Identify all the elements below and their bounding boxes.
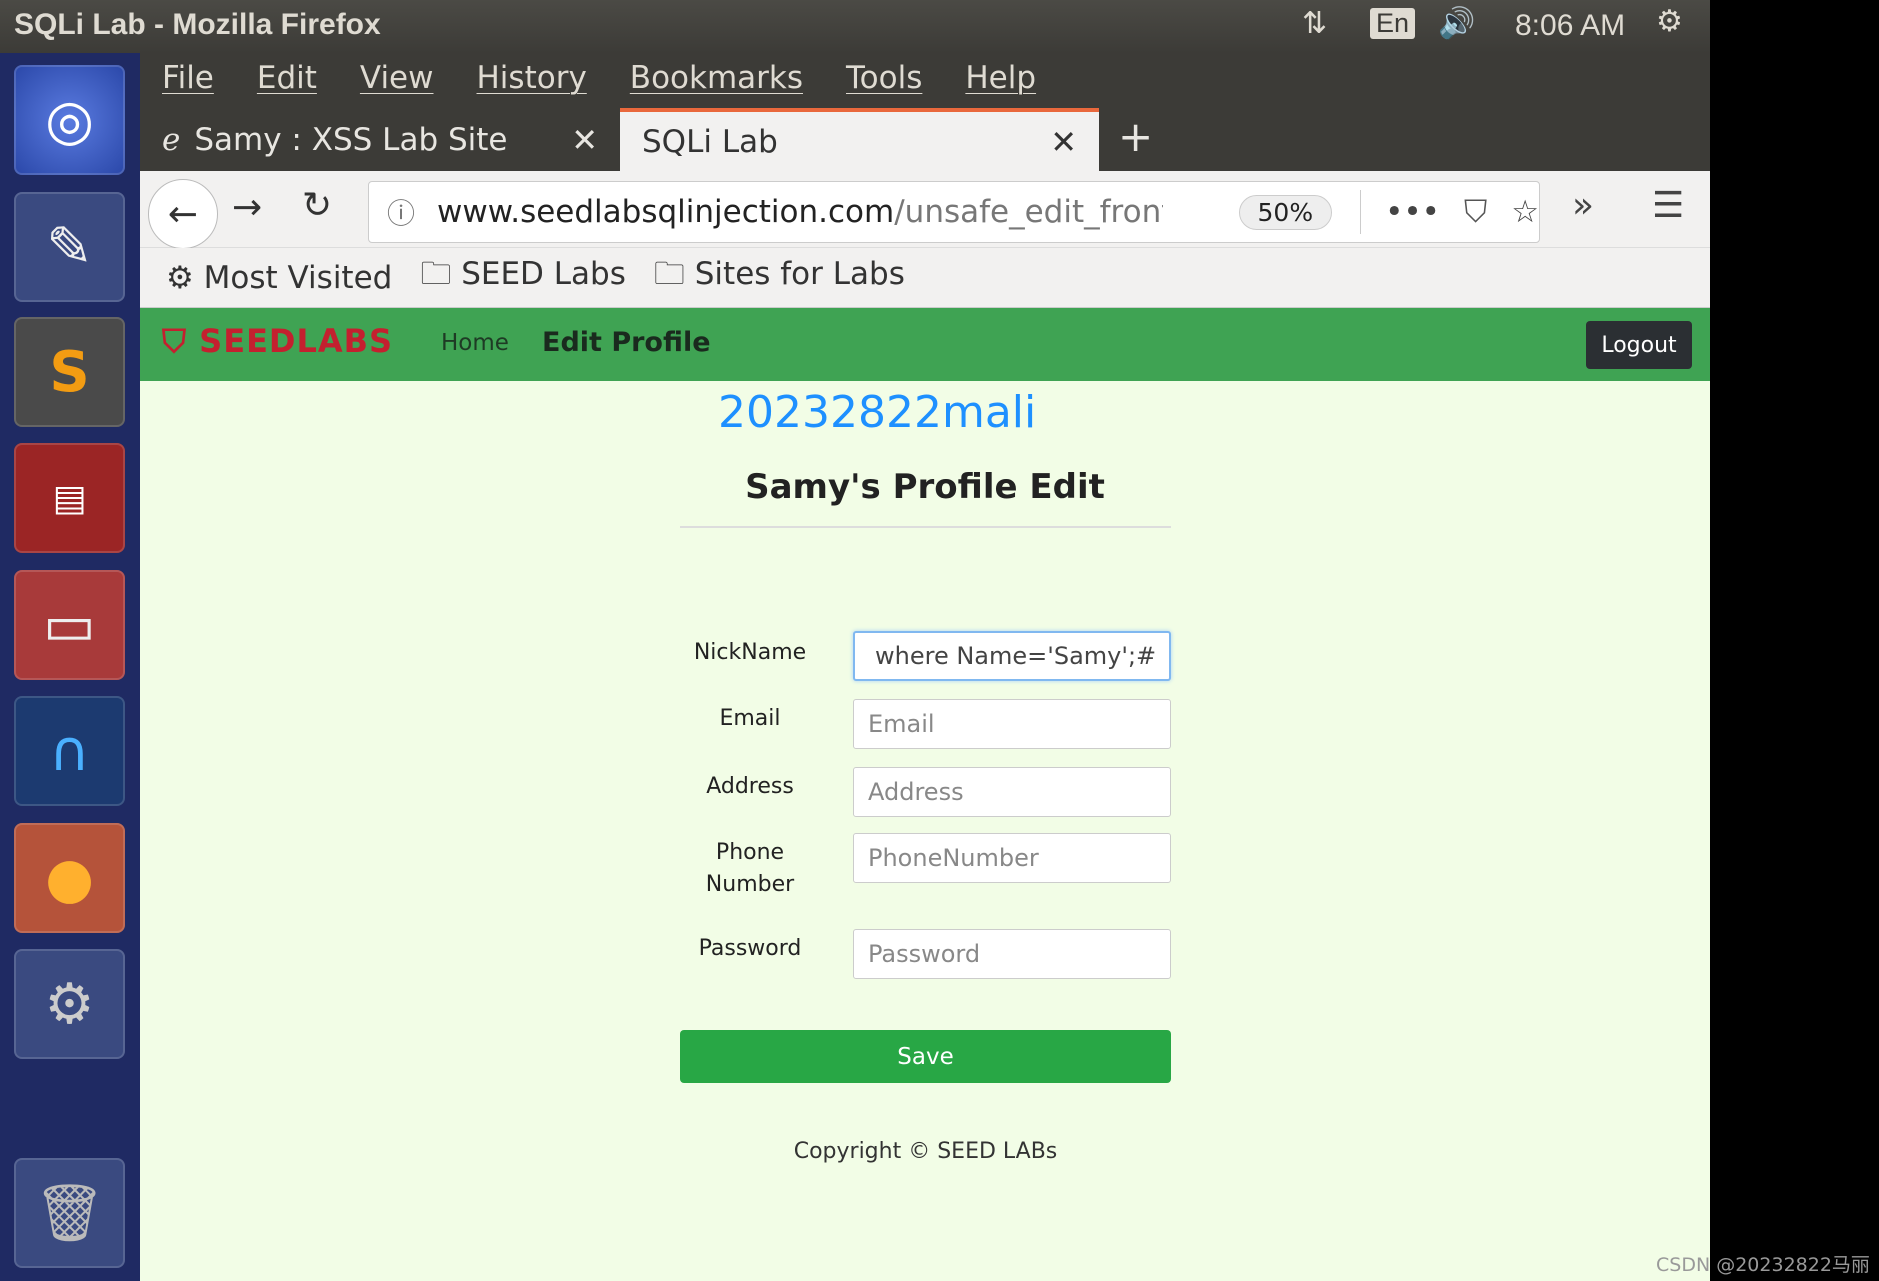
wireshark-icon[interactable]: ∩ [14,696,125,806]
menu-tools[interactable]: Tools [846,53,922,108]
tab-sqli-lab[interactable]: SQLi Lab ✕ [620,108,1099,171]
menu-file[interactable]: File [162,53,214,108]
firefox-icon[interactable]: ● [14,823,125,933]
terminal-icon[interactable]: ▤ [14,443,125,553]
bookmark-star-icon[interactable]: ☆ [1511,194,1539,230]
page-actions-icon[interactable]: ••• [1385,194,1440,230]
url-path: /unsafe_edit_front [894,194,1163,230]
divider [680,526,1171,528]
page-title: Samy's Profile Edit [745,467,1105,507]
unity-launcher: ◎ ✎ S ▤ ▭ ∩ ● ⚙ 🗑 [0,53,140,1281]
back-icon[interactable]: ← [148,179,218,249]
bookmark-seed-labs[interactable]: 🗀 SEED Labs [420,251,626,304]
nav-home[interactable]: Home [441,330,509,356]
forward-icon[interactable]: → [232,187,262,228]
tab-label: SQLi Lab [642,123,778,160]
volume-icon[interactable]: 🔊 [1438,6,1475,41]
tab-bar: ℯ Samy : XSS Lab Site ✕ SQLi Lab ✕ + [140,108,1710,171]
menu-edit[interactable]: Edit [257,53,317,108]
password-input[interactable]: Password [853,929,1171,979]
save-button[interactable]: Save [680,1030,1171,1083]
phone-input[interactable]: PhoneNumber [853,833,1171,883]
network-icon[interactable]: ⇅ [1302,6,1327,41]
bookmarks-toolbar: ⚙ Most Visited 🗀 SEED Labs 🗀 Sites for L… [140,248,1710,308]
menu-history[interactable]: History [477,53,587,108]
bookmark-sites-for-labs[interactable]: 🗀 Sites for Labs [654,251,905,304]
window-title: SQLi Lab - Mozilla Firefox [14,8,381,41]
power-gear-icon[interactable]: ⚙ [1656,4,1683,39]
url-domain: www.seedlabsqlinjection.com [437,194,895,230]
site-favicon-icon: ℯ [162,121,181,158]
logout-button[interactable]: Logout [1586,321,1692,369]
menu-help[interactable]: Help [965,53,1036,108]
nickname-label: NickName [693,640,807,665]
site-navbar: ⛉ SEEDLABS Home Edit Profile Logout [140,308,1710,381]
sublime-text-icon[interactable]: S [14,317,125,427]
navigation-toolbar: ← → ↻ ⓘ www.seedlabsqlinjection.com /uns… [140,171,1710,249]
url-bar[interactable]: ⓘ www.seedlabsqlinjection.com /unsafe_ed… [368,181,1540,243]
gear-icon: ⚙ [166,259,204,296]
tab-xss-lab[interactable]: ℯ Samy : XSS Lab Site ✕ [140,108,620,171]
page-content: 20232822mali Samy's Profile Edit NickNam… [140,381,1710,1281]
phone-label: Phone Number [705,840,795,897]
bookmark-most-visited[interactable]: ⚙ Most Visited [166,260,392,296]
close-tab-icon[interactable]: ✕ [571,121,598,159]
menu-bookmarks[interactable]: Bookmarks [630,53,803,108]
hamburger-menu-icon[interactable]: ☰ [1652,185,1684,226]
file-manager-icon[interactable]: ▭ [14,570,125,680]
email-label: Email [719,706,781,731]
system-top-bar: SQLi Lab - Mozilla Firefox ⇅ En 🔊 8:06 A… [0,0,1710,53]
text-editor-icon[interactable]: ✎ [14,192,125,302]
address-input[interactable]: Address [853,767,1171,817]
folder-icon: 🗀 [420,256,462,292]
email-input[interactable]: Email [853,699,1171,749]
menu-view[interactable]: View [360,53,434,108]
trash-icon[interactable]: 🗑 [14,1158,125,1268]
pocket-icon[interactable]: ⛉ [1464,194,1487,231]
overflow-chevron-icon[interactable]: » [1572,185,1594,226]
firefox-window: File Edit View History Bookmarks Tools H… [140,53,1710,1281]
new-tab-icon[interactable]: + [1118,112,1153,161]
info-icon[interactable]: ⓘ [387,192,415,232]
csdn-watermark: CSDN @20232822马丽 [1656,1254,1870,1276]
seed-labs-logo[interactable]: ⛉ SEEDLABS [162,322,393,361]
tab-label: Samy : XSS Lab Site [194,121,508,158]
folder-icon: 🗀 [653,256,695,292]
ubuntu-dash-icon[interactable]: ◎ [14,65,125,175]
system-settings-icon[interactable]: ⚙ [14,949,125,1059]
nickname-input[interactable]: where Name='Samy';# [853,631,1171,681]
menu-bar: File Edit View History Bookmarks Tools H… [140,53,1710,108]
close-tab-icon[interactable]: ✕ [1050,123,1077,161]
address-label: Address [706,774,794,799]
nav-edit-profile[interactable]: Edit Profile [542,327,711,358]
keyboard-indicator[interactable]: En [1370,8,1416,39]
reload-icon[interactable]: ↻ [302,185,332,226]
student-id-text: 20232822mali [718,387,1037,438]
password-label: Password [698,936,802,961]
copyright-text: Copyright © SEED LABs [793,1139,1058,1164]
zoom-level[interactable]: 50% [1238,194,1333,230]
clock[interactable]: 8:06 AM [1515,9,1625,43]
